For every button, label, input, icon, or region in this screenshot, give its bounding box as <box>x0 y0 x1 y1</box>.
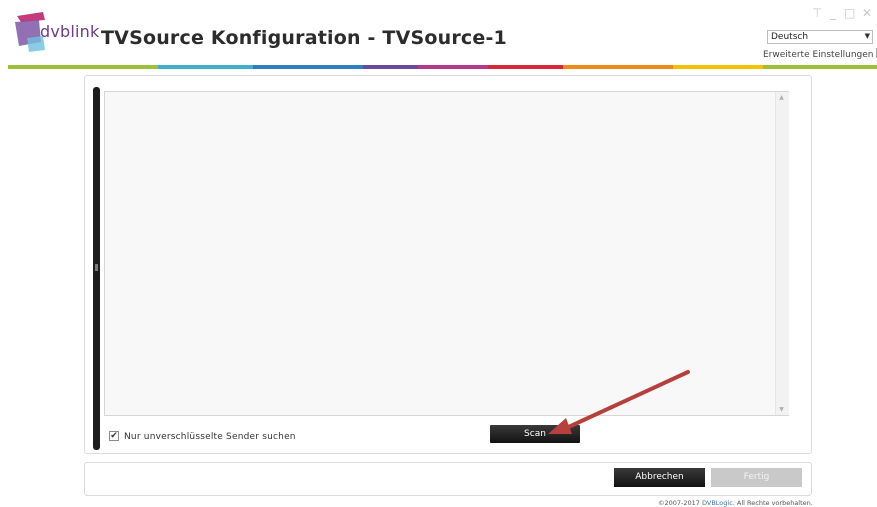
close-icon[interactable]: ✕ <box>862 6 872 20</box>
band-segment <box>8 65 158 69</box>
minimize-icon[interactable]: _ <box>830 6 836 20</box>
band-segment <box>363 65 418 69</box>
pin-icon[interactable]: ⊤ <box>812 6 822 20</box>
annotation-arrow-icon <box>540 368 700 440</box>
advanced-settings-label: Erweiterte Einstellungen <box>763 50 874 60</box>
window-controls: ⊤ _ □ ✕ <box>812 6 874 20</box>
results-scrollbar[interactable] <box>775 92 789 415</box>
fta-only-checkbox[interactable]: ✔ <box>109 431 119 441</box>
page-title: TVSource Konfiguration - TVSource-1 <box>101 27 507 49</box>
language-select-value: Deutsch <box>771 32 808 42</box>
band-segment <box>673 65 763 69</box>
language-select[interactable]: Deutsch ▼ <box>767 30 873 44</box>
band-segment <box>158 65 253 69</box>
scroll-up-icon[interactable]: ▲ <box>776 94 787 101</box>
brand-color-band <box>8 65 877 69</box>
advanced-settings-toggle[interactable]: Erweiterte Einstellungen <box>763 48 877 60</box>
band-segment <box>763 65 877 69</box>
dvblink-logo: dvblink <box>8 10 98 56</box>
finish-button[interactable]: Fertig <box>711 468 802 487</box>
band-segment <box>488 65 563 69</box>
chevron-down-icon: ▼ <box>865 32 870 40</box>
fta-only-label: Nur unverschlüsselte Sender suchen <box>124 432 296 442</box>
band-segment <box>253 65 363 69</box>
band-segment <box>563 65 673 69</box>
splitter-grip-icon[interactable] <box>95 264 98 271</box>
maximize-icon[interactable]: □ <box>844 6 855 20</box>
cancel-button[interactable]: Abbrechen <box>614 468 705 487</box>
scroll-down-icon[interactable]: ▼ <box>776 406 787 413</box>
band-segment <box>418 65 488 69</box>
logo-wordmark: dvblink <box>40 22 99 41</box>
